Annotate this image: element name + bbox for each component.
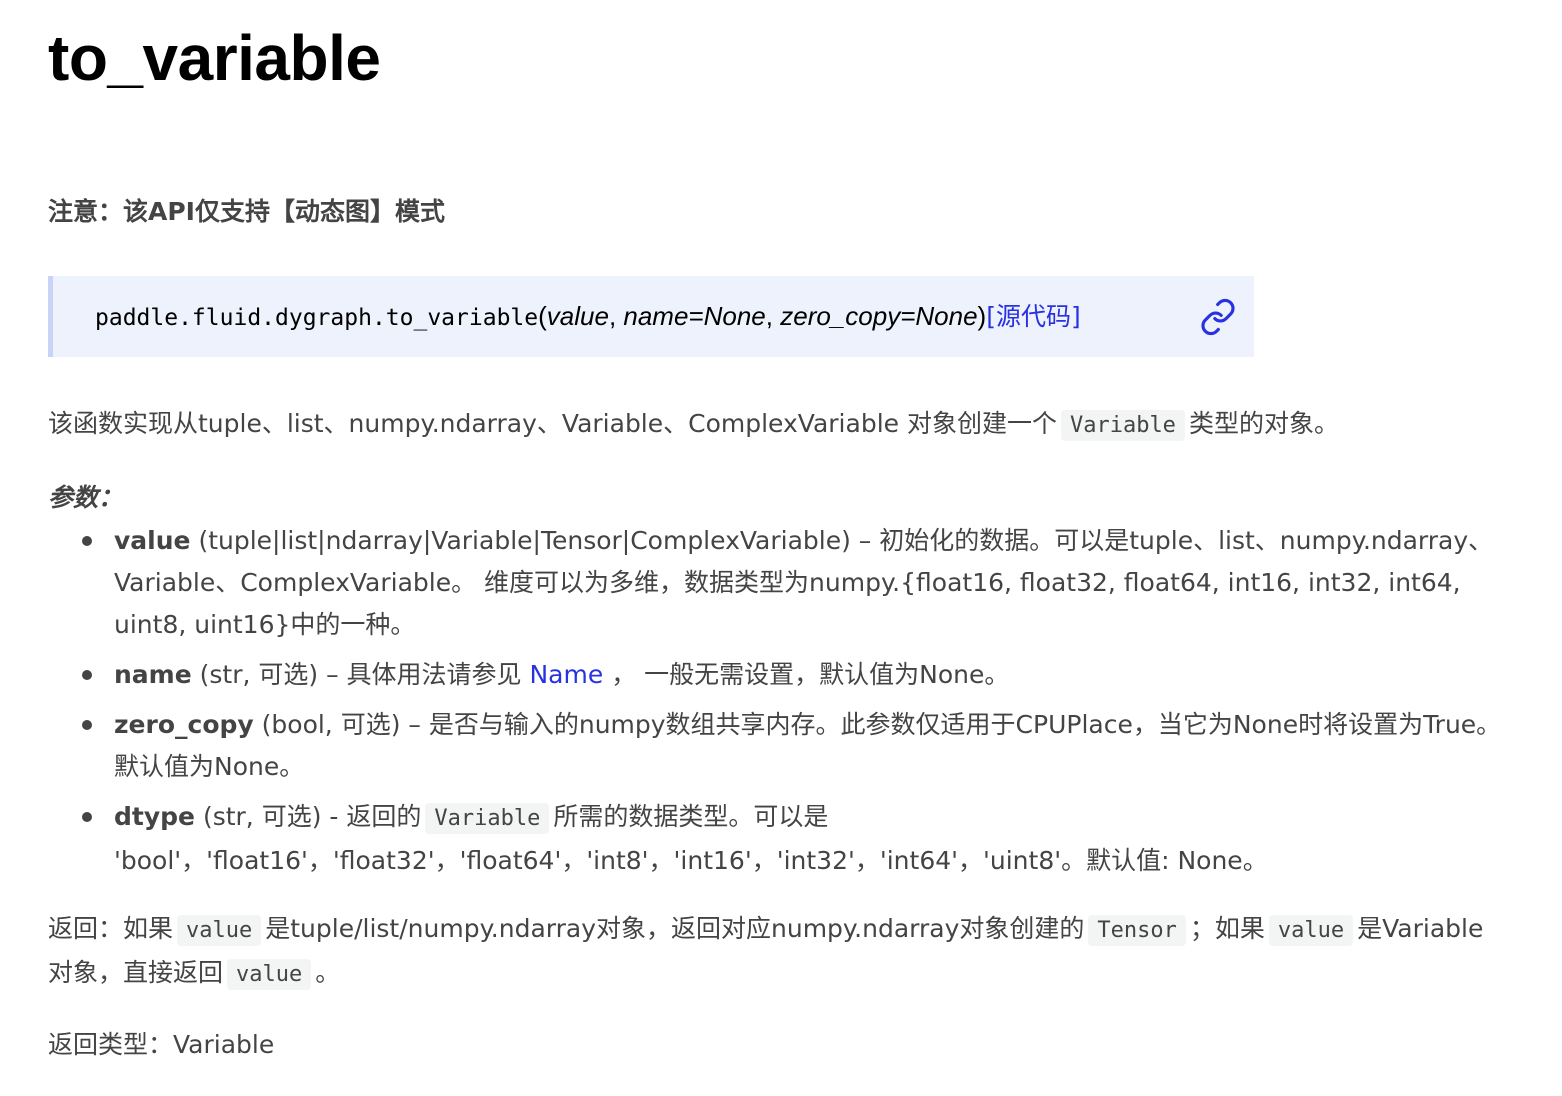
returns-text: 返回：如果 — [48, 914, 174, 943]
bullet-icon — [82, 720, 92, 730]
returns-text: ；如果 — [1189, 914, 1265, 943]
params-heading: 参数： — [48, 483, 124, 512]
signature-arg-name: name=None — [623, 301, 766, 331]
param-item-zero-copy: zero_copy (bool, 可选) – 是否与输入的numpy数组共享内存… — [82, 704, 1524, 788]
dygraph-notice: 注意：该API仅支持【动态图】模式 — [48, 197, 445, 226]
api-signature-box: paddle.fluid.dygraph.to_variable(value, … — [48, 276, 1254, 357]
signature-separator: , — [765, 301, 781, 331]
source-code-link[interactable]: [源代码] — [986, 302, 1081, 331]
signature-separator: , — [608, 301, 624, 331]
param-item-value: value (tuple|list|ndarray|Variable|Tenso… — [82, 520, 1524, 646]
return-type: 返回类型：Variable — [48, 1030, 275, 1059]
description-text: 该函数实现从tuple、list、numpy.ndarray、Variable、… — [48, 409, 1057, 438]
returns-text: 是tuple/list/numpy.ndarray对象，返回对应numpy.nd… — [265, 914, 1085, 943]
signature-open-paren: ( — [538, 301, 547, 331]
param-name: value — [114, 526, 191, 555]
inline-code-variable: Variable — [425, 803, 550, 834]
inline-code-value: value — [177, 915, 262, 946]
bullet-icon — [82, 536, 92, 546]
api-signature: paddle.fluid.dygraph.to_variable(value, … — [95, 296, 1081, 338]
signature-close-paren: ) — [977, 301, 987, 331]
param-item-dtype: dtype (str, 可选) - 返回的 Variable 所需的数据类型。可以是… — [82, 796, 1524, 882]
inline-code-variable: Variable — [1060, 410, 1185, 441]
signature-arg-zero-copy: zero_copy=None — [780, 301, 978, 331]
link-icon[interactable] — [1199, 298, 1237, 336]
params-list: value (tuple|list|ndarray|Variable|Tenso… — [82, 520, 1524, 890]
function-description: 该函数实现从tuple、list、numpy.ndarray、Variable、… — [48, 403, 1339, 447]
name-doc-link[interactable]: Name — [529, 660, 603, 689]
bullet-icon — [82, 670, 92, 680]
returns-text: 。 — [315, 958, 341, 987]
param-name: dtype — [114, 802, 195, 831]
param-name: name — [114, 660, 192, 689]
inline-code-value: value — [227, 959, 312, 990]
param-name: zero_copy — [114, 710, 254, 739]
param-description-end: ， 一般无需设置，默认值为None。 — [603, 660, 1010, 689]
page-title: to_variable — [48, 22, 381, 94]
description-text-end: 类型的对象。 — [1188, 409, 1339, 438]
param-description: (str, 可选) – 具体用法请参见 — [191, 660, 530, 689]
signature-function-name: paddle.fluid.dygraph.to_variable — [95, 305, 539, 331]
inline-code-tensor: Tensor — [1088, 915, 1186, 946]
param-item-name: name (str, 可选) – 具体用法请参见 Name ， 一般无需设置，默… — [82, 654, 1524, 696]
param-description: (tuple|list|ndarray|Variable|Tensor|Comp… — [114, 526, 1494, 639]
param-description: (bool, 可选) – 是否与输入的numpy数组共享内存。此参数仅适用于CP… — [114, 710, 1502, 781]
bullet-icon — [82, 812, 92, 822]
returns-paragraph: 返回：如果 value 是tuple/list/numpy.ndarray对象，返回… — [48, 908, 1508, 996]
inline-code-value: value — [1268, 915, 1354, 946]
param-description: (str, 可选) - 返回的 — [195, 802, 422, 831]
signature-arg-value: value — [546, 301, 609, 331]
